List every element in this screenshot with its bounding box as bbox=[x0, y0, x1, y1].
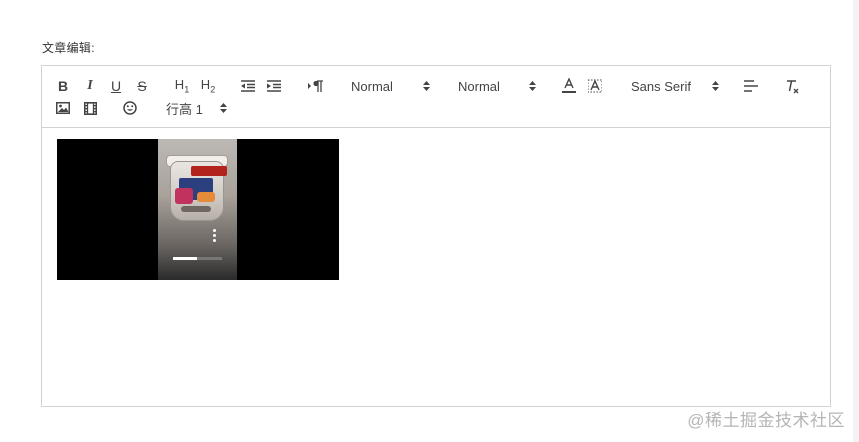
more-vertical-icon[interactable] bbox=[213, 229, 217, 243]
header-1-button[interactable]: H1 bbox=[172, 77, 192, 95]
video-icon[interactable] bbox=[82, 100, 98, 116]
chevron-updown-icon bbox=[220, 103, 227, 113]
underline-button[interactable]: U bbox=[108, 78, 124, 94]
header-2-label: H2 bbox=[200, 77, 216, 95]
cup-shape bbox=[170, 161, 227, 221]
bold-button[interactable]: B bbox=[55, 78, 71, 94]
rich-text-editor: B I U S H1 H2 Normal Normal Sans Serif 行… bbox=[41, 65, 831, 407]
header-picker[interactable]: Normal bbox=[458, 78, 542, 94]
page-scroll-edge bbox=[853, 0, 859, 442]
emoji-icon[interactable] bbox=[122, 100, 138, 116]
font-color-icon[interactable] bbox=[561, 77, 577, 95]
cup-pink-mark bbox=[175, 188, 193, 204]
font-picker[interactable]: Sans Serif bbox=[631, 78, 721, 94]
cup-orange-mark bbox=[197, 192, 215, 202]
strike-button[interactable]: S bbox=[134, 78, 150, 94]
chevron-updown-icon bbox=[529, 81, 536, 91]
embedded-video[interactable] bbox=[57, 139, 339, 280]
header-2-button[interactable]: H2 bbox=[198, 77, 218, 95]
line-height-picker-label: 行高 1 bbox=[166, 101, 203, 117]
align-left-icon[interactable] bbox=[743, 78, 759, 94]
editor-toolbar: B I U S H1 H2 Normal Normal Sans Serif 行… bbox=[42, 66, 830, 128]
header-1-label: H1 bbox=[174, 77, 190, 95]
watermark: @稀土掘金技术社区 bbox=[687, 411, 845, 430]
outdent-icon[interactable] bbox=[240, 78, 256, 94]
chevron-updown-icon bbox=[423, 81, 430, 91]
image-icon[interactable] bbox=[55, 100, 71, 116]
header-picker-label: Normal bbox=[458, 78, 500, 94]
line-height-picker[interactable]: 行高 1 bbox=[166, 100, 230, 117]
size-picker-label: Normal bbox=[351, 78, 393, 94]
video-frame bbox=[158, 139, 237, 280]
field-label: 文章编辑: bbox=[42, 41, 95, 55]
video-progress-fill bbox=[173, 257, 197, 260]
indent-icon[interactable] bbox=[266, 78, 282, 94]
background-color-icon[interactable] bbox=[587, 77, 603, 95]
cup-base-band bbox=[181, 206, 211, 212]
clear-format-icon[interactable] bbox=[784, 77, 800, 95]
editor-content[interactable] bbox=[42, 128, 830, 406]
video-progress-bar[interactable] bbox=[173, 257, 222, 260]
size-picker[interactable]: Normal bbox=[351, 78, 435, 94]
font-picker-label: Sans Serif bbox=[631, 78, 691, 94]
cup-red-band bbox=[191, 166, 227, 176]
chevron-updown-icon bbox=[712, 81, 719, 91]
text-direction-icon[interactable] bbox=[306, 78, 326, 94]
italic-button[interactable]: I bbox=[82, 78, 98, 94]
